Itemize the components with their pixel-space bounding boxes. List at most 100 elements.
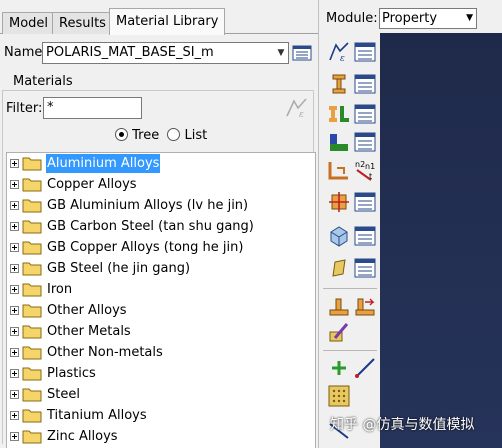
expand-icon[interactable] <box>10 180 19 189</box>
filter-input[interactable]: * <box>43 97 142 119</box>
folder-icon <box>22 325 42 339</box>
folder-icon <box>22 262 42 276</box>
profile-manager-icon[interactable] <box>353 130 377 154</box>
expand-icon[interactable] <box>10 222 19 231</box>
material-manager-icon[interactable] <box>353 40 377 64</box>
assign-beam-orientation-icon[interactable] <box>327 158 351 182</box>
filter-label: Filter: <box>6 101 43 116</box>
expand-icon[interactable] <box>10 264 19 273</box>
edit-attributes-icon[interactable] <box>327 320 351 344</box>
tab-results[interactable]: Results <box>52 12 113 34</box>
tree-item-label: GB Carbon Steel (tan shu gang) <box>47 219 254 234</box>
materials-tree[interactable]: Aluminium Alloys Copper Alloys GB Alumin… <box>6 152 316 448</box>
radio-tree[interactable]: Tree <box>115 128 159 143</box>
tree-item-label: GB Copper Alloys (tong he jin) <box>47 240 244 255</box>
expand-icon[interactable] <box>10 306 19 315</box>
special-section-icon[interactable] <box>327 294 351 318</box>
material-manager-icon[interactable] <box>292 44 312 62</box>
create-section-icon[interactable] <box>327 72 351 96</box>
grid-points-icon[interactable] <box>327 384 351 408</box>
expand-icon[interactable] <box>10 390 19 399</box>
radio-list-button[interactable] <box>167 128 181 141</box>
svg-text:ε: ε <box>299 110 304 120</box>
section-assignment-manager-icon[interactable] <box>353 102 377 126</box>
expand-icon[interactable] <box>10 369 19 378</box>
tree-item-label: Plastics <box>47 366 96 381</box>
module-value: Property <box>382 11 438 26</box>
tree-item[interactable]: Zinc Alloys <box>7 426 307 447</box>
tree-item[interactable]: Other Alloys <box>7 300 307 321</box>
tree-item[interactable]: Plastics <box>7 363 307 384</box>
tab-material-library[interactable]: Material Library <box>109 8 226 35</box>
tree-item[interactable]: Copper Alloys <box>7 174 307 195</box>
expand-icon[interactable] <box>10 159 19 168</box>
create-material-icon[interactable]: ε <box>284 96 310 120</box>
tree-item[interactable]: Aluminium Alloys <box>7 153 307 174</box>
tree-item[interactable]: GB Carbon Steel (tan shu gang) <box>7 216 307 237</box>
chevron-down-icon[interactable]: ▼ <box>466 9 473 28</box>
tree-item[interactable]: Titanium Alloys <box>7 405 307 426</box>
name-label: Name: <box>4 45 47 60</box>
tab-model[interactable]: Model <box>2 12 56 34</box>
expand-icon[interactable] <box>10 411 19 420</box>
expand-icon[interactable] <box>10 432 19 441</box>
folder-icon <box>22 409 42 423</box>
tree-item[interactable]: GB Steel (he jin gang) <box>7 258 307 279</box>
create-material-icon[interactable]: ε <box>327 40 351 64</box>
tree-item-label: Titanium Alloys <box>47 408 147 423</box>
section-manager-icon[interactable] <box>353 72 377 96</box>
material-library-panel: Model Results Material Library Name: POL… <box>0 0 318 448</box>
radio-tree-button[interactable] <box>115 128 128 141</box>
materials-group-label: Materials <box>11 74 75 89</box>
special-assignment-icon[interactable] <box>353 294 377 318</box>
create-composite-layup-icon[interactable] <box>327 224 351 248</box>
expand-icon[interactable] <box>10 327 19 336</box>
folder-icon <box>22 178 42 192</box>
tree-item[interactable]: Steel <box>7 384 307 405</box>
svg-text:ε: ε <box>340 54 345 64</box>
assign-material-orientation-icon[interactable] <box>327 190 351 214</box>
line-tool-icon[interactable] <box>353 356 377 380</box>
create-profile-icon[interactable] <box>327 130 351 154</box>
svg-text:t: t <box>369 172 372 181</box>
tree-item-label: GB Steel (he jin gang) <box>47 261 191 276</box>
layup-manager-icon[interactable] <box>353 224 377 248</box>
tree-item[interactable]: Iron <box>7 279 307 300</box>
tree-item[interactable]: GB Aluminium Alloys (lv he jin) <box>7 195 307 216</box>
library-name-combo[interactable]: POLARIS_MAT_BASE_SI_m ▼ <box>42 42 289 64</box>
name-row: Name: POLARIS_MAT_BASE_SI_m ▼ <box>4 41 316 65</box>
skin-manager-icon[interactable] <box>353 256 377 280</box>
radio-tree-label: Tree <box>132 128 160 143</box>
tree-item-label: Other Non-metals <box>47 345 163 360</box>
view-mode-radios: Tree List <box>115 128 215 146</box>
watermark: 知乎 @仿真与数值模拟 <box>330 417 475 433</box>
folder-icon <box>22 157 42 171</box>
tree-item-label: Aluminium Alloys <box>46 154 161 173</box>
expand-icon[interactable] <box>10 348 19 357</box>
folder-icon <box>22 367 42 381</box>
assign-section-icon[interactable] <box>327 102 351 126</box>
tree-item-label: Other Alloys <box>47 303 127 318</box>
model-viewport[interactable] <box>380 33 502 448</box>
module-combo[interactable]: Property ▼ <box>379 8 477 29</box>
create-skin-icon[interactable] <box>327 256 351 280</box>
tree-item[interactable]: GB Copper Alloys (tong he jin) <box>7 237 307 258</box>
expand-icon[interactable] <box>10 243 19 252</box>
assign-beam-tangent-icon[interactable]: n2 n1 t <box>353 158 377 182</box>
tree-item-label: Iron <box>47 282 73 297</box>
svg-text:n1: n1 <box>365 162 375 171</box>
tree-item[interactable]: Other Metals <box>7 321 307 342</box>
folder-icon <box>22 304 42 318</box>
tree-item-label: Zinc Alloys <box>47 429 118 444</box>
expand-icon[interactable] <box>10 285 19 294</box>
radio-list[interactable]: List <box>167 128 207 143</box>
tree-item[interactable]: Other Non-metals <box>7 342 307 363</box>
chevron-down-icon[interactable]: ▼ <box>274 43 288 63</box>
add-icon[interactable] <box>327 356 351 380</box>
filter-row: Filter: * ε <box>6 96 316 122</box>
folder-icon <box>22 241 42 255</box>
tree-item-label: Copper Alloys <box>47 177 137 192</box>
expand-icon[interactable] <box>10 201 19 210</box>
orientation-manager-icon[interactable] <box>353 190 377 214</box>
module-label-text: Module: <box>326 11 378 26</box>
